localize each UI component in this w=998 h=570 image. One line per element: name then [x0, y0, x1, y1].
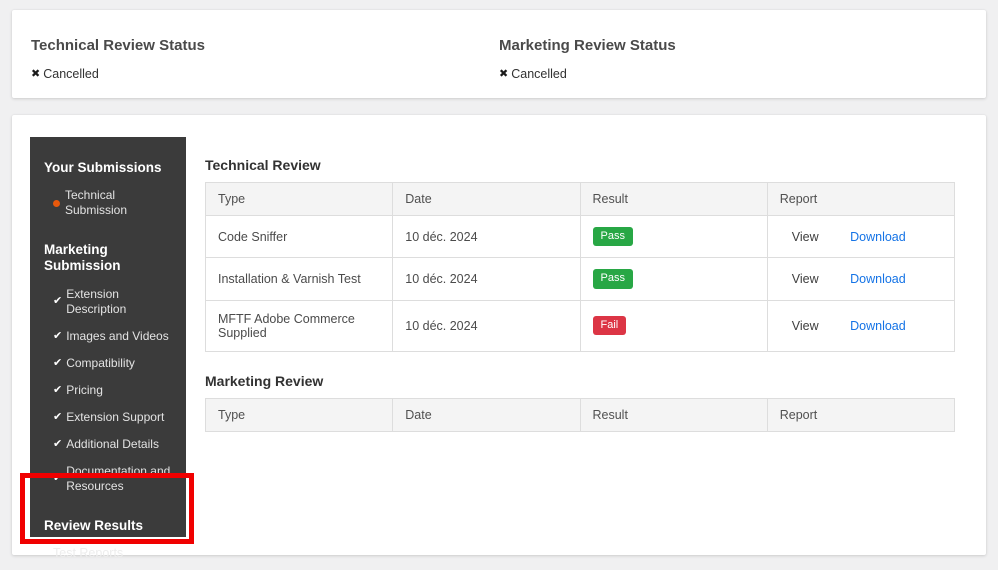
status-badge: Pass [592, 269, 633, 289]
cell-type: Installation & Varnish Test [204, 257, 394, 301]
status-badge: Pass [592, 227, 633, 247]
sidebar-heading-marketing-submission: Marketing Submission [44, 242, 121, 274]
cell-report: View Download [766, 257, 956, 301]
column-header-report: Report [766, 182, 956, 216]
sidebar-heading-review-results: Review Results [44, 517, 144, 533]
download-report-link[interactable]: Download [850, 319, 906, 333]
checkmark-icon [53, 473, 62, 484]
checkmark-icon [53, 358, 62, 369]
marketing-review-title: Marketing Review [205, 372, 324, 389]
sidebar-item-pricing[interactable]: Pricing [53, 383, 176, 398]
sidebar-item-label: Documentation and Resources [66, 463, 171, 493]
column-header-date: Date [392, 397, 581, 432]
table-row: Code Sniffer 10 déc. 2024 Pass View Down… [204, 214, 956, 259]
review-status-card: Technical Review Status Cancelled Market… [12, 10, 986, 98]
sidebar-item-label: Extension Description [66, 286, 127, 316]
status-badge: Fail [592, 315, 627, 336]
cell-result: Pass [579, 257, 768, 301]
cell-type: MFTF Adobe Commerce Supplied [204, 299, 394, 352]
sidebar-item-label: Additional Details [66, 436, 159, 451]
cell-result: Pass [579, 214, 768, 259]
sidebar-item-label: Compatibility [66, 355, 135, 370]
marketing-status-text: Cancelled [511, 67, 567, 81]
column-header-report: Report [766, 397, 956, 432]
sidebar-item-images-and-videos[interactable]: Images and Videos [53, 329, 176, 344]
marketing-review-status-title: Marketing Review Status [499, 37, 676, 54]
sidebar-item-documentation-and-resources[interactable]: Documentation and Resources [53, 464, 176, 494]
orange-dot-icon [53, 199, 60, 207]
download-report-link[interactable]: Download [850, 230, 906, 244]
table-header-row: Type Date Result Report [204, 182, 956, 216]
technical-status-text: Cancelled [43, 67, 99, 81]
cell-result: Fail [579, 299, 768, 352]
technical-review-status-value: Cancelled [31, 67, 499, 81]
marketing-review-status-value: Cancelled [499, 67, 986, 81]
view-report-link[interactable]: View [792, 230, 819, 244]
table-header-row: Type Date Result Report [204, 397, 956, 432]
sidebar-item-extension-support[interactable]: Extension Support [53, 410, 176, 425]
marketing-review-table: Type Date Result Report [204, 397, 956, 432]
sidebar-review-results-section: Review Results Test Reports [44, 518, 176, 562]
cell-type: Code Sniffer [204, 214, 394, 259]
technical-review-table: Type Date Result Report Code Sniffer 10 … [204, 182, 956, 352]
sidebar-heading-your-submissions: Your Submissions [44, 160, 162, 175]
technical-review-status-section: Technical Review Status Cancelled [12, 37, 499, 98]
sidebar-item-label: Pricing [66, 382, 103, 397]
sidebar-item-test-reports[interactable]: Test Reports [53, 546, 176, 562]
submission-detail-card: Your Submissions Technical Submission Ma… [12, 115, 986, 560]
sidebar-item-label: Extension Support [66, 409, 165, 424]
sidebar-item-technical-submission[interactable]: Technical Submission [53, 188, 176, 218]
column-header-result: Result [579, 182, 768, 216]
submission-sidebar: Your Submissions Technical Submission Ma… [30, 137, 186, 560]
sidebar-item-label: Images and Videos [66, 328, 169, 343]
view-report-link[interactable]: View [792, 319, 819, 333]
checkmark-icon [53, 331, 62, 342]
technical-review-status-title: Technical Review Status [31, 37, 205, 54]
sidebar-item-compatibility[interactable]: Compatibility [53, 356, 176, 371]
sidebar-item-additional-details[interactable]: Additional Details [53, 437, 176, 452]
cancelled-x-icon [31, 69, 40, 80]
cell-report: View Download [766, 299, 956, 352]
table-row: Installation & Varnish Test 10 déc. 2024… [204, 257, 956, 301]
marketing-review-status-section: Marketing Review Status Cancelled [499, 37, 986, 98]
view-report-link[interactable]: View [792, 272, 819, 286]
cancelled-x-icon [499, 69, 508, 80]
column-header-date: Date [392, 182, 581, 216]
column-header-type: Type [204, 397, 394, 432]
column-header-type: Type [204, 182, 394, 216]
review-content: Technical Review Type Date Result Report… [204, 157, 956, 432]
download-report-link[interactable]: Download [850, 272, 906, 286]
checkmark-icon [53, 412, 62, 423]
sidebar-item-extension-description[interactable]: Extension Description [53, 287, 176, 317]
cell-report: View Download [766, 214, 956, 259]
table-row: MFTF Adobe Commerce Supplied 10 déc. 202… [204, 299, 956, 352]
checkmark-icon [53, 439, 62, 450]
cell-date: 10 déc. 2024 [392, 214, 581, 259]
checkmark-icon [53, 296, 62, 307]
cell-date: 10 déc. 2024 [392, 257, 581, 301]
checkmark-icon [53, 385, 62, 396]
column-header-result: Result [579, 397, 768, 432]
cell-date: 10 déc. 2024 [392, 299, 581, 352]
sidebar-item-label: Test Reports [53, 545, 124, 560]
technical-review-title: Technical Review [205, 157, 321, 173]
sidebar-item-label: Technical Submission [65, 188, 128, 218]
